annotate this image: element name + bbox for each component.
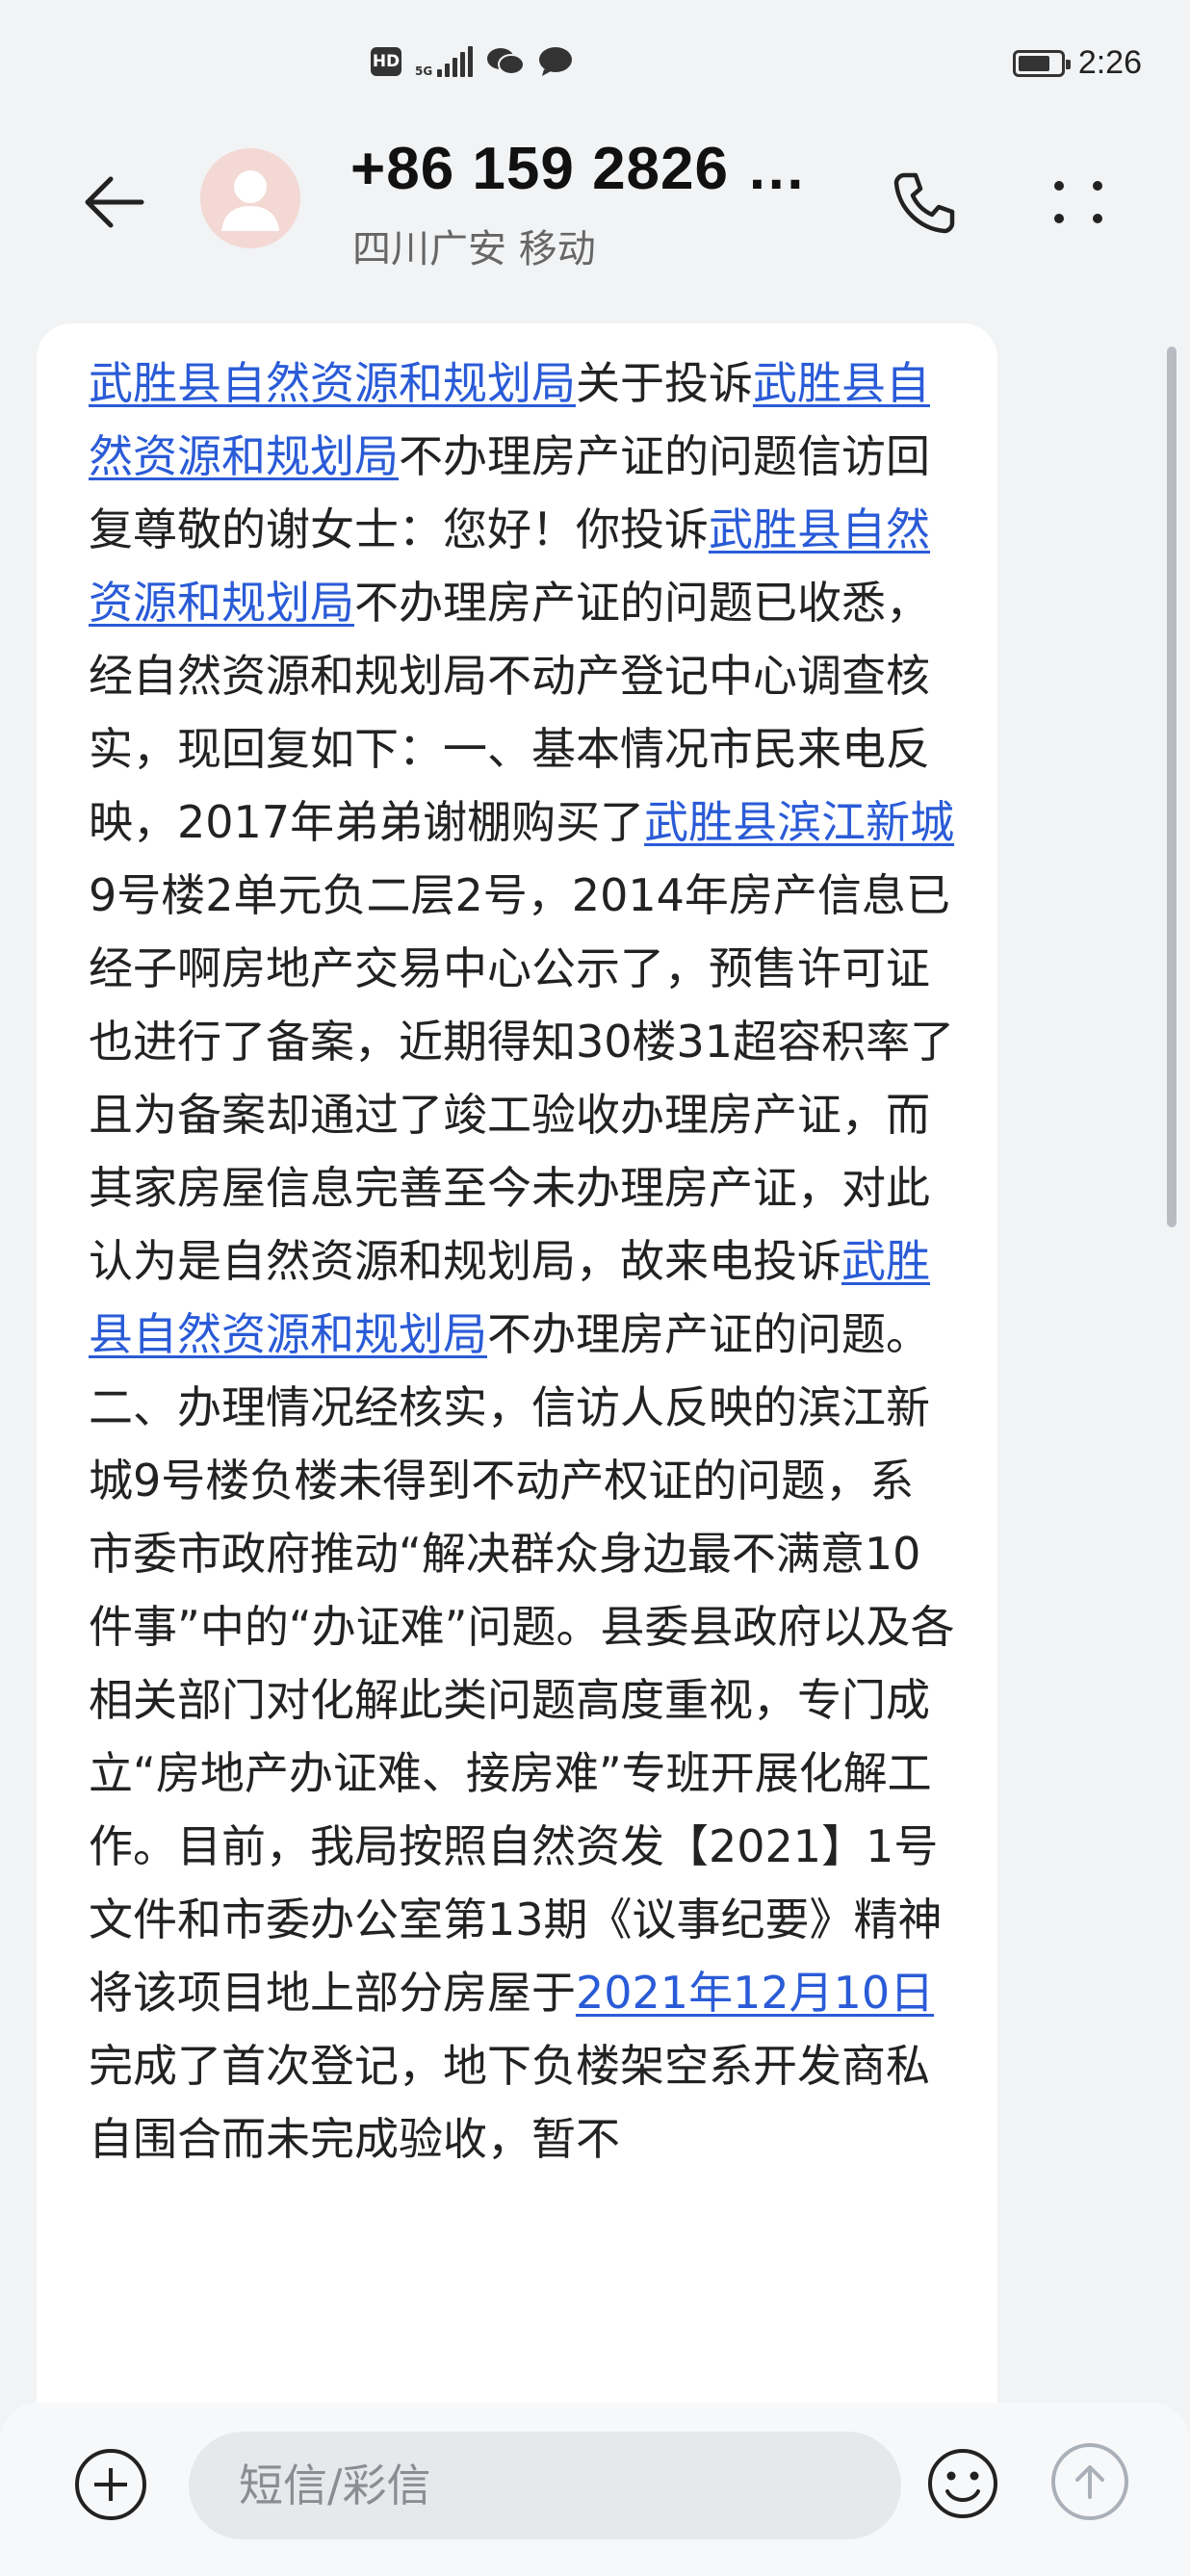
battery-charging-icon xyxy=(1012,49,1071,77)
phone-icon xyxy=(893,172,955,234)
message-text-segment: 9号楼2单元负二层2号，2014年房产信息已经子啊房地产交易中心公示了，预售许可… xyxy=(89,869,955,1287)
more-button[interactable] xyxy=(1040,164,1117,241)
message-input[interactable]: 短信/彩信 xyxy=(189,2432,901,2539)
compose-bar: 短信/彩信 xyxy=(0,2403,1190,2576)
message-link[interactable]: 武胜县自然资源和规划局 xyxy=(89,357,576,409)
back-button[interactable] xyxy=(75,164,152,241)
network-label: 5G xyxy=(415,64,433,78)
contact-location: 四川广安 移动 xyxy=(352,227,596,271)
message-text-segment: 完成了首次登记，地下负楼架空系开发商私自围合而未完成验收，暂不 xyxy=(89,2040,930,2165)
hd-label: HD xyxy=(372,52,401,71)
status-icons: HD 5G xyxy=(371,46,573,77)
contact-title[interactable]: +86 159 2826 … xyxy=(350,135,807,203)
message-text-segment: 关于投诉 xyxy=(576,357,753,409)
message-bubble-icon xyxy=(539,47,573,76)
hd-icon: HD xyxy=(371,47,401,76)
message-text: 武胜县自然资源和规划局关于投诉武胜县自然资源和规划局不办理房产证的问题信访回复尊… xyxy=(89,347,955,2176)
call-button[interactable] xyxy=(886,160,963,246)
message-link[interactable]: 武胜县滨江新城 xyxy=(644,796,954,848)
message-date-link[interactable]: 2021年12月10日 xyxy=(576,1967,934,2019)
wechat-icon xyxy=(487,48,526,75)
status-right: 2:26 xyxy=(1012,44,1142,82)
status-bar: HD 5G 2:26 xyxy=(0,0,1190,135)
conversation-header: +86 159 2826 … 四川广安 移动 xyxy=(0,135,1190,318)
status-time: 2:26 xyxy=(1077,44,1142,81)
message-bubble[interactable]: 武胜县自然资源和规划局关于投诉武胜县自然资源和规划局不办理房产证的问题信访回复尊… xyxy=(37,323,997,2470)
avatar-icon xyxy=(221,170,279,231)
back-arrow-icon xyxy=(85,176,144,228)
5g-signal-icon: 5G xyxy=(415,46,474,78)
send-button[interactable] xyxy=(1051,2443,1128,2520)
avatar[interactable] xyxy=(200,148,300,248)
message-input-placeholder: 短信/彩信 xyxy=(239,2460,431,2512)
message-text-segment: 不办理房产证的问题。二、办理情况经核实，信访人反映的滨江新城9号楼负楼未得到不动… xyxy=(89,1308,955,2019)
send-icon xyxy=(1075,2465,1104,2499)
scrollbar[interactable] xyxy=(1167,347,1177,1227)
emoji-icon[interactable] xyxy=(926,2447,999,2520)
add-icon[interactable] xyxy=(75,2449,146,2520)
